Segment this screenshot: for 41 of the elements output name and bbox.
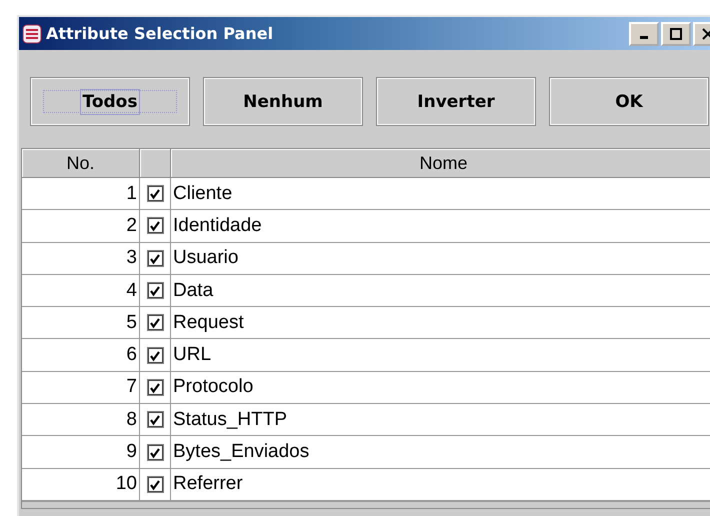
table-cell: Usuario [171, 242, 710, 275]
table-cell: URL [171, 339, 710, 372]
table-cell: Status_HTTP [171, 404, 710, 436]
maximize-button[interactable] [661, 22, 691, 46]
column-header[interactable] [140, 149, 171, 178]
minimize-button[interactable] [629, 22, 659, 46]
table-cell: 6 [22, 339, 140, 372]
action-button[interactable]: OK [549, 77, 709, 126]
checkbox[interactable] [146, 250, 164, 267]
checkbox[interactable] [146, 476, 164, 493]
action-button[interactable]: Inverter [376, 77, 536, 126]
checkbox[interactable] [146, 282, 164, 300]
table-cell: 7 [22, 372, 140, 404]
checkbox[interactable] [146, 185, 164, 202]
checkbox[interactable] [146, 378, 164, 396]
table-cell: 5 [22, 307, 140, 340]
checkbox[interactable] [146, 444, 164, 461]
checkbox[interactable] [146, 314, 164, 332]
maximize-icon [669, 26, 683, 40]
table-cell: Data [171, 274, 710, 308]
action-button[interactable]: Nenhum [203, 77, 363, 126]
table-cell: 3 [22, 242, 140, 275]
column-header[interactable]: Nome [171, 149, 710, 178]
minimize-icon [640, 36, 648, 39]
table-cell: Cliente [171, 178, 710, 210]
action-button[interactable]: Todos [30, 77, 190, 126]
table-cell: Request [171, 307, 710, 340]
app-icon [21, 22, 43, 44]
checkbox[interactable] [146, 346, 164, 364]
table-cell: 4 [22, 274, 140, 308]
table-cell: Identidade [171, 210, 710, 243]
table-cell: 9 [22, 436, 140, 469]
table-cell: Protocolo [171, 372, 710, 404]
table-cell: 8 [22, 404, 140, 436]
table-cell: 1 [22, 178, 140, 210]
window-title: Attribute Selection Panel [46, 24, 274, 43]
checkbox[interactable] [146, 411, 164, 428]
column-header[interactable]: No. [22, 149, 140, 178]
checkbox[interactable] [146, 217, 164, 234]
table-cell: 2 [22, 210, 140, 243]
table-cell: Bytes_Enviados [171, 436, 710, 469]
